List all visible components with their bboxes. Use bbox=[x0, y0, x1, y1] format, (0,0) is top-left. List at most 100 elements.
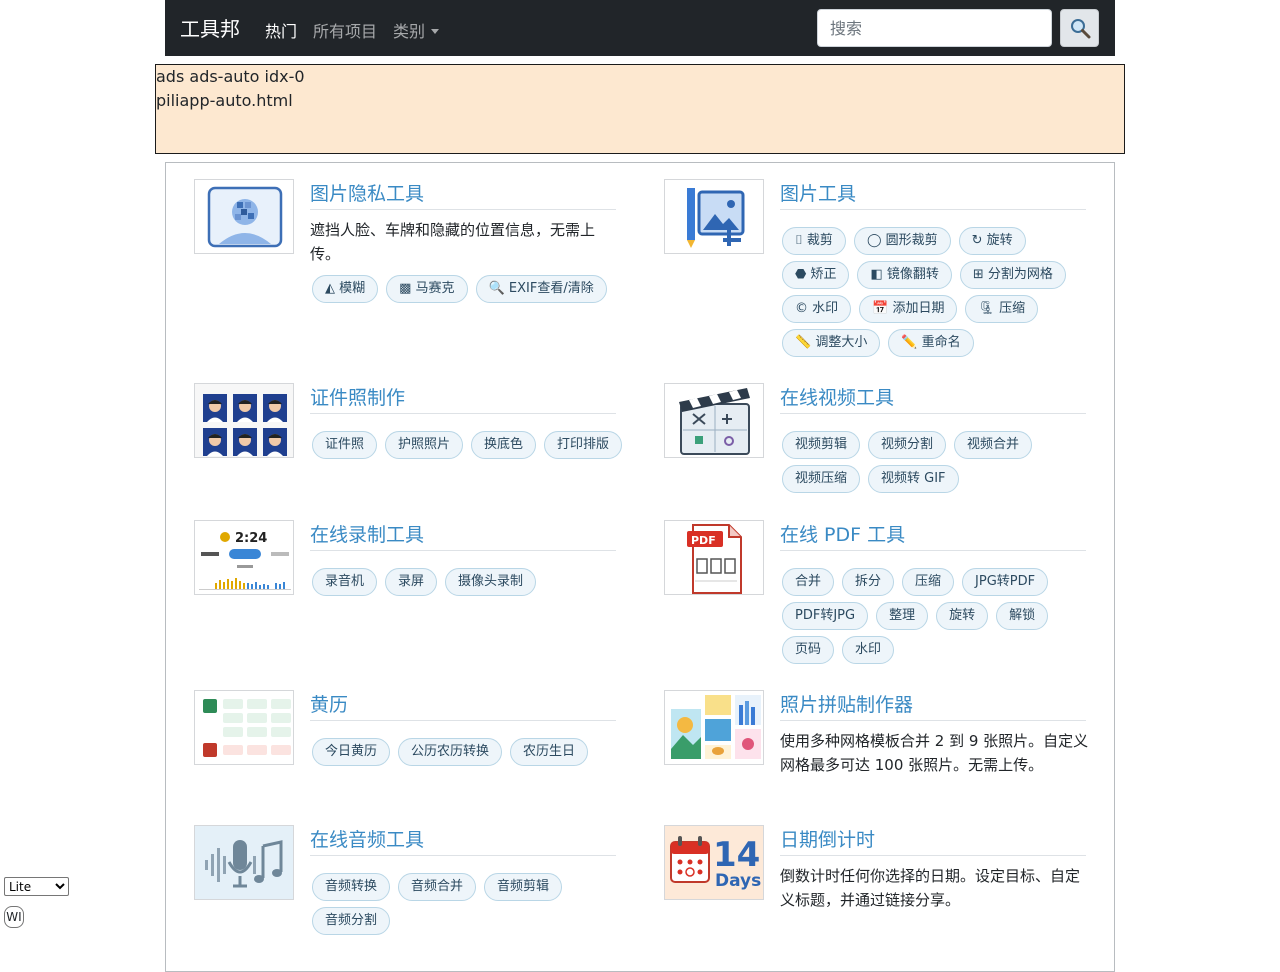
tag-audio-split[interactable]: 音频分割 bbox=[312, 907, 391, 935]
tag-audio-convert[interactable]: 音频转换 bbox=[312, 873, 391, 901]
tag-change-background[interactable]: 换底色 bbox=[471, 431, 537, 459]
site-brand[interactable]: 工具邦 bbox=[180, 13, 240, 42]
tag-pdf-page-numbers[interactable]: 页码 bbox=[782, 636, 835, 664]
collage-thumbnail[interactable] bbox=[664, 690, 764, 765]
ad-line-2: piliapp-auto.html bbox=[156, 91, 293, 110]
tag-webcam-recorder[interactable]: 摄像头录制 bbox=[445, 568, 537, 596]
divider bbox=[310, 413, 616, 414]
tag-mirror-flip[interactable]: ◧ 镜像翻转 bbox=[857, 261, 952, 289]
image-privacy-thumbnail[interactable] bbox=[194, 179, 294, 254]
tag-passport-photo[interactable]: 护照照片 bbox=[385, 431, 464, 459]
tag-pdf-unlock[interactable]: 解锁 bbox=[996, 602, 1049, 630]
video-tools-title[interactable]: 在线视频工具 bbox=[780, 383, 894, 410]
svg-text:2:24: 2:24 bbox=[235, 531, 267, 546]
face-pixelate-icon bbox=[207, 186, 283, 248]
pdf-tools-tags: 合并 拆分 压缩 JPG转PDF PDF转JPG 整理 旋转 解锁 页码 水印 bbox=[782, 568, 1102, 670]
mode-select[interactable]: Lite bbox=[4, 877, 69, 896]
image-tools-title[interactable]: 图片工具 bbox=[780, 179, 856, 206]
nav-link-popular[interactable]: 热门 bbox=[265, 18, 297, 42]
tag-video-compress[interactable]: 视频压缩 bbox=[782, 465, 861, 493]
svg-text:Days: Days bbox=[715, 871, 761, 891]
tag-lunar-birthday[interactable]: 农历生日 bbox=[510, 738, 589, 766]
pdf-tools-title[interactable]: 在线 PDF 工具 bbox=[780, 520, 905, 547]
tag-today-almanac[interactable]: 今日黄历 bbox=[312, 738, 391, 766]
divider bbox=[310, 550, 616, 551]
svg-text:PDF: PDF bbox=[691, 534, 716, 547]
audio-tools-title[interactable]: 在线音频工具 bbox=[310, 825, 424, 852]
tag-resize[interactable]: 📏 调整大小 bbox=[782, 329, 881, 357]
tag-circle-crop[interactable]: ◯ 圆形裁剪 bbox=[853, 227, 951, 255]
tag-watermark[interactable]: © 水印 bbox=[782, 295, 852, 323]
nav-link-categories-label: 类别 bbox=[393, 22, 426, 41]
tag-id-photo[interactable]: 证件照 bbox=[312, 431, 378, 459]
chevron-down-icon bbox=[431, 29, 440, 34]
image-privacy-title[interactable]: 图片隐私工具 bbox=[310, 179, 424, 206]
microphone-music-icon bbox=[205, 840, 283, 888]
id-photo-grid-icon bbox=[195, 384, 293, 457]
audio-tools-tags: 音频转换 音频合并 音频剪辑 音频分割 bbox=[312, 873, 632, 941]
id-photo-tags: 证件照 护照照片 换底色 打印排版 bbox=[312, 431, 632, 465]
image-tools-tags: ⌷ 裁剪 ◯ 圆形裁剪 ↻ 旋转 ⬣ 矫正 ◧ 镜像翻转 ⊞ 分割为网格 © 水… bbox=[782, 227, 1102, 363]
tag-straighten[interactable]: ⬣ 矫正 bbox=[782, 261, 850, 289]
tools-card: 图片隐私工具 遮挡人脸、车牌和隐藏的位置信息，无需上传。 ◭ 模糊 ▩ 马赛克 … bbox=[165, 162, 1115, 972]
divider bbox=[310, 209, 616, 210]
divider bbox=[780, 413, 1086, 414]
tag-pdf-watermark[interactable]: 水印 bbox=[842, 636, 895, 664]
collage-desc: 使用多种网格模板合并 2 到 9 张照片。自定义网格最多可达 100 张照片。无… bbox=[780, 732, 1089, 774]
tag-rotate[interactable]: ↻ 旋转 bbox=[958, 227, 1026, 255]
id-photo-title[interactable]: 证件照制作 bbox=[310, 383, 405, 410]
tag-mosaic[interactable]: ▩ 马赛克 bbox=[386, 275, 468, 303]
tag-pdf-merge[interactable]: 合并 bbox=[782, 568, 835, 596]
tag-print-layout[interactable]: 打印排版 bbox=[544, 431, 623, 459]
divider bbox=[780, 550, 1086, 551]
image-privacy-tags: ◭ 模糊 ▩ 马赛克 🔍 EXIF查看/清除 bbox=[312, 275, 632, 309]
tag-pdf-organize[interactable]: 整理 bbox=[876, 602, 929, 630]
search-input[interactable] bbox=[817, 9, 1052, 47]
video-tools-tags: 视频剪辑 视频分割 视频合并 视频压缩 视频转 GIF bbox=[782, 431, 1102, 499]
pdf-tools-thumbnail[interactable]: PDF bbox=[664, 520, 764, 595]
tag-jpg-to-pdf[interactable]: JPG转PDF bbox=[962, 568, 1049, 596]
tag-rename[interactable]: ✏️ 重命名 bbox=[888, 329, 974, 357]
nav-link-categories[interactable]: 类别 bbox=[393, 18, 440, 42]
tag-pdf-rotate[interactable]: 旋转 bbox=[936, 602, 989, 630]
nav-link-all-items[interactable]: 所有项目 bbox=[313, 18, 377, 42]
tag-pdf-compress[interactable]: 压缩 bbox=[902, 568, 955, 596]
wi-button[interactable]: WI bbox=[4, 906, 24, 928]
recording-title[interactable]: 在线录制工具 bbox=[310, 520, 424, 547]
tag-video-merge[interactable]: 视频合并 bbox=[954, 431, 1033, 459]
tag-voice-recorder[interactable]: 录音机 bbox=[312, 568, 378, 596]
tag-video-edit[interactable]: 视频剪辑 bbox=[782, 431, 861, 459]
divider bbox=[780, 209, 1086, 210]
tag-compress[interactable]: 🗜 压缩 bbox=[965, 295, 1039, 323]
calendar-countdown-icon: 14 Days bbox=[670, 835, 761, 891]
id-photo-thumbnail[interactable] bbox=[194, 383, 294, 458]
tag-audio-trim[interactable]: 音频剪辑 bbox=[484, 873, 563, 901]
audio-tools-thumbnail[interactable] bbox=[194, 825, 294, 900]
tag-screen-recorder[interactable]: 录屏 bbox=[385, 568, 438, 596]
photo-collage-icon bbox=[671, 695, 761, 759]
tag-video-to-gif[interactable]: 视频转 GIF bbox=[868, 465, 959, 493]
countdown-desc: 倒数计时任何你选择的日期。设定目标、自定义标题，并通过链接分享。 bbox=[780, 867, 1081, 909]
top-navbar: 工具邦 热门 所有项目 类别 bbox=[165, 0, 1115, 56]
almanac-thumbnail[interactable] bbox=[194, 690, 294, 765]
tag-add-date[interactable]: 📅 添加日期 bbox=[859, 295, 958, 323]
tag-pdf-split[interactable]: 拆分 bbox=[842, 568, 895, 596]
tag-video-split[interactable]: 视频分割 bbox=[868, 431, 947, 459]
countdown-title[interactable]: 日期倒计时 bbox=[780, 825, 875, 852]
image-tools-thumbnail[interactable] bbox=[664, 179, 764, 254]
tag-exif[interactable]: 🔍 EXIF查看/清除 bbox=[475, 275, 607, 303]
tag-lunar-convert[interactable]: 公历农历转换 bbox=[398, 738, 503, 766]
search-button[interactable] bbox=[1060, 9, 1099, 47]
collage-title[interactable]: 照片拼贴制作器 bbox=[780, 690, 913, 717]
almanac-icon bbox=[203, 699, 291, 757]
clapperboard-icon bbox=[679, 388, 750, 455]
tag-crop[interactable]: ⌷ 裁剪 bbox=[782, 227, 846, 255]
tag-pdf-to-jpg[interactable]: PDF转JPG bbox=[782, 602, 869, 630]
tag-audio-merge[interactable]: 音频合并 bbox=[398, 873, 477, 901]
countdown-thumbnail[interactable]: 14 Days bbox=[664, 825, 764, 900]
video-tools-thumbnail[interactable] bbox=[664, 383, 764, 458]
tag-split-grid[interactable]: ⊞ 分割为网格 bbox=[959, 261, 1066, 289]
recording-thumbnail[interactable]: 2:24 bbox=[194, 520, 294, 595]
almanac-title[interactable]: 黄历 bbox=[310, 690, 348, 717]
tag-blur[interactable]: ◭ 模糊 bbox=[312, 275, 379, 303]
